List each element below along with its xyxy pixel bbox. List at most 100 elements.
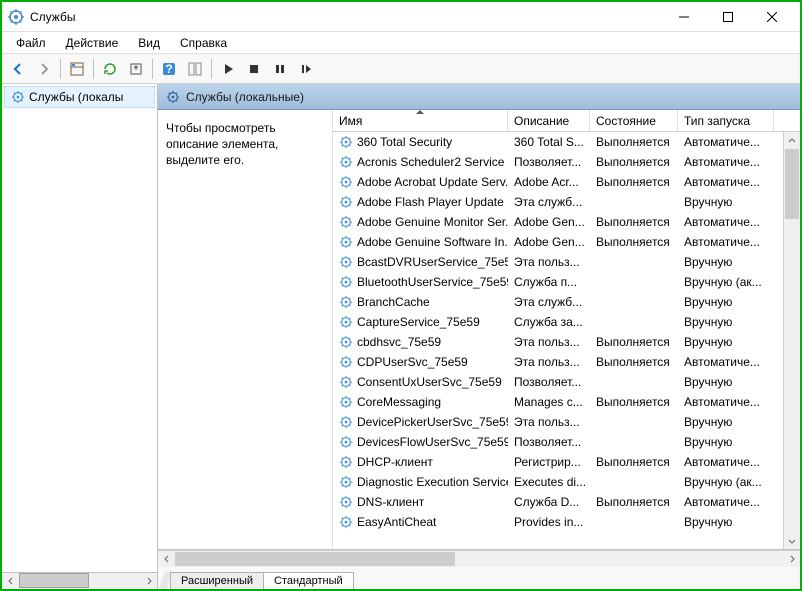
table-row[interactable]: Adobe Flash Player Update ...Эта служб..… xyxy=(333,192,800,212)
minimize-button[interactable] xyxy=(662,2,706,32)
tree-empty xyxy=(2,110,157,572)
refresh-button[interactable] xyxy=(98,57,122,81)
cell-desc: Эта польз... xyxy=(508,355,590,369)
vertical-scrollbar[interactable] xyxy=(783,132,800,549)
cell-desc: 360 Total S... xyxy=(508,135,590,149)
table-row[interactable]: BcastDVRUserService_75e59Эта польз...Вру… xyxy=(333,252,800,272)
table-row[interactable]: Adobe Acrobat Update Serv...Adobe Acr...… xyxy=(333,172,800,192)
tree-root-item[interactable]: Службы (локалы xyxy=(4,86,155,108)
back-button[interactable] xyxy=(6,57,30,81)
table-row[interactable]: 360 Total Security360 Total S...Выполняе… xyxy=(333,132,800,152)
cell-startup: Автоматиче... xyxy=(678,215,774,229)
gear-icon xyxy=(339,415,353,429)
horizontal-scrollbar[interactable] xyxy=(158,550,800,567)
table-row[interactable]: BluetoothUserService_75e59Служба п...Вру… xyxy=(333,272,800,292)
cell-state: Выполняется xyxy=(590,495,678,509)
restart-button[interactable] xyxy=(294,57,318,81)
col-name[interactable]: Имя xyxy=(333,110,508,131)
close-button[interactable] xyxy=(750,2,794,32)
scroll-left-icon[interactable] xyxy=(158,551,175,567)
table-row[interactable]: EasyAntiCheatProvides in...Вручную xyxy=(333,512,800,532)
pause-button[interactable] xyxy=(268,57,292,81)
menu-view[interactable]: Вид xyxy=(128,34,170,52)
table-row[interactable]: DevicesFlowUserSvc_75e59Позволяет...Вруч… xyxy=(333,432,800,452)
gear-icon xyxy=(339,495,353,509)
table-row[interactable]: DNS-клиентСлужба D...ВыполняетсяАвтомати… xyxy=(333,492,800,512)
cell-name: BcastDVRUserService_75e59 xyxy=(333,255,508,269)
table-row[interactable]: BranchCacheЭта служб...Вручную xyxy=(333,292,800,312)
svg-text:?: ? xyxy=(165,62,172,76)
scroll-right-icon[interactable] xyxy=(140,573,157,589)
toolbar-separator xyxy=(93,59,94,79)
cell-name: BluetoothUserService_75e59 xyxy=(333,275,508,289)
gear-icon xyxy=(339,395,353,409)
cell-name: cbdhsvc_75e59 xyxy=(333,335,508,349)
table-row[interactable]: Adobe Genuine Software In...Adobe Gen...… xyxy=(333,232,800,252)
table-row[interactable]: CDPUserSvc_75e59Эта польз...ВыполняетсяА… xyxy=(333,352,800,372)
view-tabs: Расширенный Стандартный xyxy=(158,567,800,589)
cell-desc: Служба D... xyxy=(508,495,590,509)
stop-button[interactable] xyxy=(242,57,266,81)
cell-desc: Служба за... xyxy=(508,315,590,329)
cell-startup: Вручную xyxy=(678,375,774,389)
scroll-thumb[interactable] xyxy=(785,149,799,219)
cell-state: Выполняется xyxy=(590,335,678,349)
scroll-thumb[interactable] xyxy=(19,573,89,588)
scroll-left-icon[interactable] xyxy=(2,573,19,589)
tab-extended[interactable]: Расширенный xyxy=(170,572,264,589)
cell-state: Выполняется xyxy=(590,215,678,229)
details-pane: Службы (локальные) Чтобы просмотреть опи… xyxy=(158,84,800,589)
cell-name: EasyAntiCheat xyxy=(333,515,508,529)
table-row[interactable]: DHCP-клиентРегистрир...ВыполняетсяАвтома… xyxy=(333,452,800,472)
start-button[interactable] xyxy=(216,57,240,81)
col-description[interactable]: Описание xyxy=(508,110,590,131)
services-list: Имя Описание Состояние Тип запуска 360 T… xyxy=(333,110,800,549)
export-button[interactable] xyxy=(124,57,148,81)
table-row[interactable]: Diagnostic Execution ServiceExecutes di.… xyxy=(333,472,800,492)
gear-icon xyxy=(339,475,353,489)
cell-desc: Adobe Acr... xyxy=(508,175,590,189)
cell-name: CDPUserSvc_75e59 xyxy=(333,355,508,369)
tree-pane: Службы (локалы xyxy=(2,84,158,589)
scroll-track[interactable] xyxy=(784,149,800,532)
menu-action[interactable]: Действие xyxy=(56,34,129,52)
scroll-right-icon[interactable] xyxy=(783,551,800,567)
cell-state: Выполняется xyxy=(590,355,678,369)
tree-hscroll[interactable] xyxy=(2,572,157,589)
table-row[interactable]: CaptureService_75e59Служба за...Вручную xyxy=(333,312,800,332)
scroll-down-icon[interactable] xyxy=(784,532,800,549)
cell-startup: Вручную xyxy=(678,335,774,349)
main-body: Службы (локалы Службы (локальные) Чтобы … xyxy=(2,84,800,589)
properties-button[interactable] xyxy=(65,57,89,81)
table-row[interactable]: ConsentUxUserSvc_75e59Позволяет...Вручну… xyxy=(333,372,800,392)
scroll-thumb[interactable] xyxy=(175,552,455,566)
gear-icon xyxy=(339,455,353,469)
cell-desc: Позволяет... xyxy=(508,435,590,449)
cell-state: Выполняется xyxy=(590,235,678,249)
gear-icon xyxy=(339,315,353,329)
cell-name: DevicePickerUserSvc_75e59 xyxy=(333,415,508,429)
maximize-button[interactable] xyxy=(706,2,750,32)
col-state[interactable]: Состояние xyxy=(590,110,678,131)
cell-startup: Вручную xyxy=(678,315,774,329)
table-row[interactable]: Adobe Genuine Monitor Ser...Adobe Gen...… xyxy=(333,212,800,232)
cell-name: DNS-клиент xyxy=(333,495,508,509)
show-hide-button[interactable] xyxy=(183,57,207,81)
menu-help[interactable]: Справка xyxy=(170,34,237,52)
table-row[interactable]: cbdhsvc_75e59Эта польз...ВыполняетсяВруч… xyxy=(333,332,800,352)
table-row[interactable]: DevicePickerUserSvc_75e59Эта польз...Вру… xyxy=(333,412,800,432)
help-button[interactable]: ? xyxy=(157,57,181,81)
cell-name: CoreMessaging xyxy=(333,395,508,409)
table-row[interactable]: CoreMessagingManages c...ВыполняетсяАвто… xyxy=(333,392,800,412)
forward-button[interactable] xyxy=(32,57,56,81)
menu-file[interactable]: Файл xyxy=(6,34,56,52)
tab-standard[interactable]: Стандартный xyxy=(263,572,354,589)
table-row[interactable]: Acronis Scheduler2 ServiceПозволяет...Вы… xyxy=(333,152,800,172)
scroll-up-icon[interactable] xyxy=(784,132,800,149)
cell-startup: Вручную xyxy=(678,415,774,429)
gear-icon xyxy=(11,90,25,104)
col-startup[interactable]: Тип запуска xyxy=(678,110,774,131)
cell-startup: Вручную (ак... xyxy=(678,275,774,289)
gear-icon xyxy=(339,155,353,169)
scroll-track[interactable] xyxy=(175,551,783,567)
